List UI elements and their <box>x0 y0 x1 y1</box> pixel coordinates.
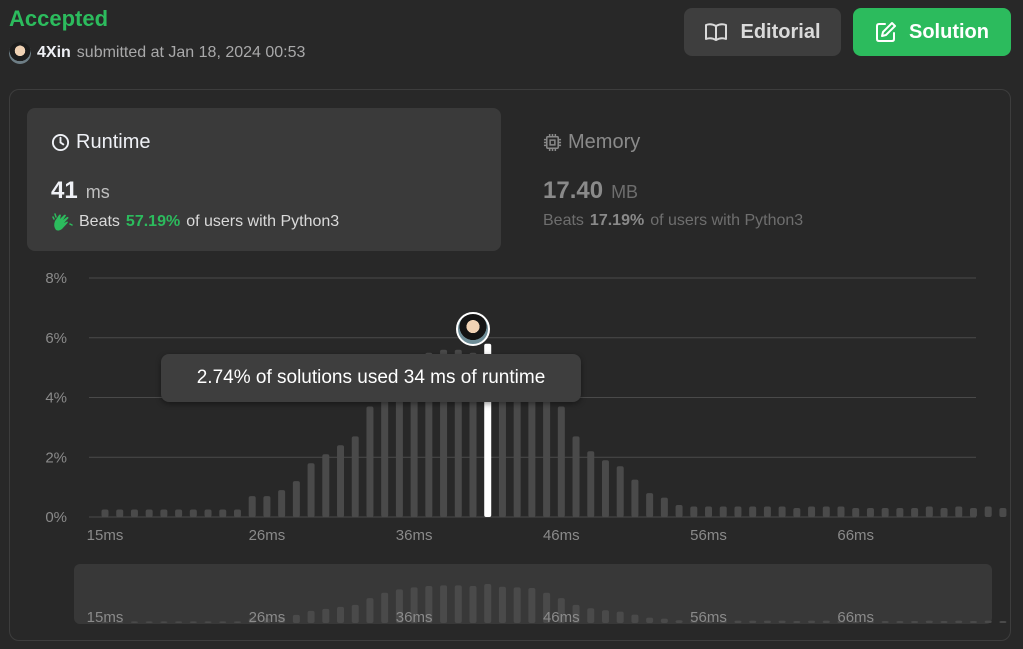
bar <box>793 508 801 517</box>
bar <box>233 509 241 517</box>
bar <box>675 505 683 517</box>
bar <box>587 451 595 517</box>
bar <box>543 382 551 517</box>
bar <box>337 445 345 517</box>
bar <box>646 493 654 517</box>
runtime-distribution-chart[interactable]: 0% 2% 4% 6% 8% 15ms 26ms 36ms 46ms 56ms 66ms <box>0 0 1023 560</box>
x-tick-label: 36ms <box>396 527 433 544</box>
bar <box>955 506 963 517</box>
bar <box>925 506 933 517</box>
y-tick-label: 2% <box>45 449 67 466</box>
bar <box>837 506 845 517</box>
bar <box>130 509 138 517</box>
bar <box>749 506 757 517</box>
bar <box>307 463 315 517</box>
bar <box>719 506 727 517</box>
y-tick-label: 4% <box>45 390 67 407</box>
my-submission-marker-avatar <box>456 312 490 346</box>
bar <box>572 436 580 517</box>
chart-tooltip: 2.74% of solutions used 34 ms of runtime <box>161 354 581 402</box>
bar <box>601 460 609 517</box>
bar <box>984 506 992 517</box>
bar <box>763 506 771 517</box>
bar <box>366 406 374 517</box>
bar <box>278 490 286 517</box>
bar <box>175 509 183 517</box>
x-tick-label: 15ms <box>87 527 124 544</box>
bar <box>101 509 109 517</box>
x-tick-label: 26ms <box>249 527 286 544</box>
bar <box>204 509 212 517</box>
bar <box>557 406 565 517</box>
bar <box>248 496 256 517</box>
x-tick-label: 66ms <box>837 527 874 544</box>
bar <box>940 508 948 517</box>
bar <box>896 508 904 517</box>
bar <box>116 509 124 517</box>
chart-range-navigator[interactable] <box>74 564 992 624</box>
bar <box>263 496 271 517</box>
bar <box>160 509 168 517</box>
bar <box>690 506 698 517</box>
bar <box>969 508 977 517</box>
y-tick-label: 6% <box>45 330 67 347</box>
bar <box>219 509 227 517</box>
bar <box>660 497 668 517</box>
bar <box>351 436 359 517</box>
y-tick-label: 0% <box>45 509 67 526</box>
bar <box>808 506 816 517</box>
bar <box>705 506 713 517</box>
bar <box>778 506 786 517</box>
y-tick-label: 8% <box>45 270 67 287</box>
bar <box>322 454 330 517</box>
bar <box>881 508 889 517</box>
bar <box>631 479 639 517</box>
bar <box>999 508 1007 517</box>
bar <box>292 481 300 517</box>
bar <box>822 506 830 517</box>
bar <box>852 508 860 517</box>
bar <box>866 508 874 517</box>
bar <box>381 382 389 517</box>
bar <box>616 466 624 517</box>
bar <box>734 506 742 517</box>
bar <box>189 509 197 517</box>
bar <box>145 509 153 517</box>
x-tick-label: 56ms <box>690 527 727 544</box>
bar <box>911 508 919 517</box>
x-tick-label: 46ms <box>543 527 580 544</box>
